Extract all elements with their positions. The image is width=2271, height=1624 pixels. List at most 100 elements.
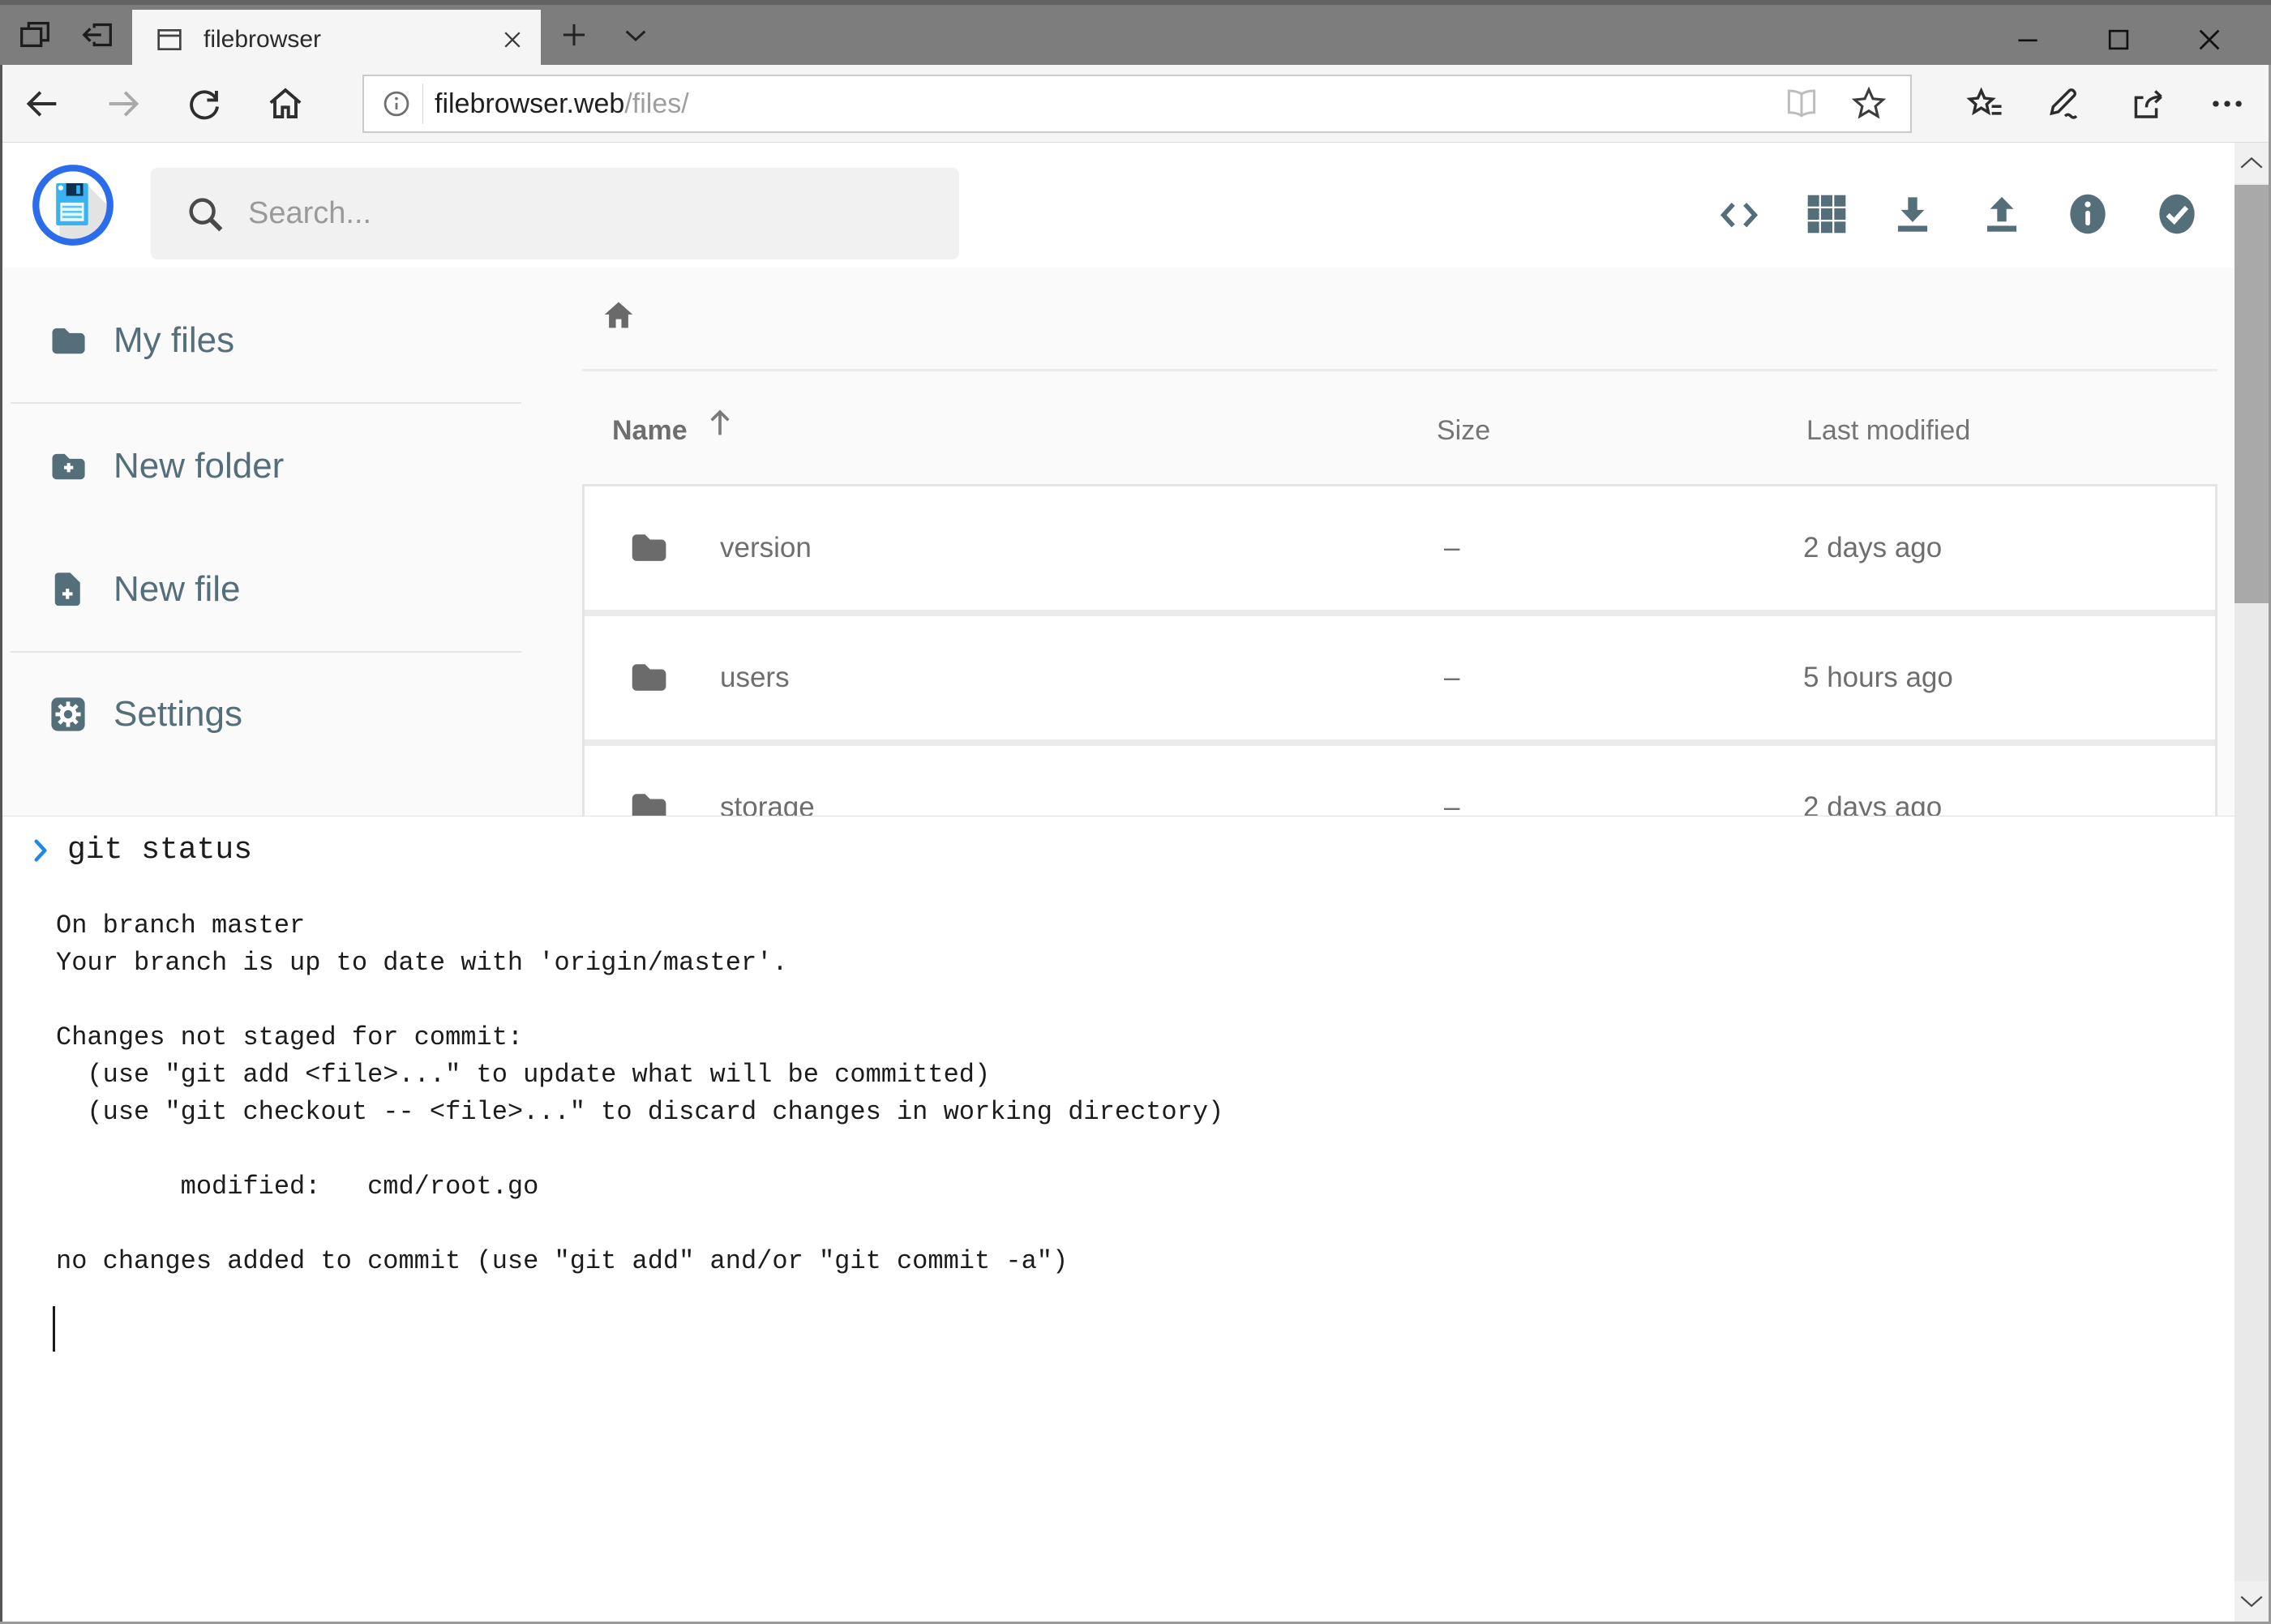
- sidebar-item-new-folder[interactable]: New folder: [2, 429, 538, 503]
- scrollbar-up-button[interactable]: [2235, 143, 2269, 183]
- home-button[interactable]: [256, 75, 315, 133]
- file-size: –: [1444, 532, 1459, 564]
- close-icon: [500, 28, 525, 52]
- sidebar-item-new-file[interactable]: New file: [2, 552, 538, 627]
- chevron-down-icon: [2238, 1592, 2265, 1610]
- download-button[interactable]: [1872, 174, 1953, 255]
- sidebar-divider: [11, 651, 521, 653]
- home-icon: [600, 297, 637, 334]
- set-tabs-aside-button[interactable]: [71, 9, 123, 61]
- scrollbar-thumb[interactable]: [2235, 185, 2269, 603]
- column-name-label: Name: [612, 415, 688, 446]
- file-list: version – 2 days ago users – 5 hours ago…: [582, 484, 2217, 818]
- filebrowser-page: My files New folder New file Settings: [2, 268, 2235, 816]
- upload-icon: [1977, 189, 2027, 239]
- favorites-list-icon: [1965, 83, 2007, 125]
- site-info-icon[interactable]: [379, 86, 414, 122]
- tab-title: filebrowser: [204, 26, 484, 54]
- info-button[interactable]: [2047, 174, 2128, 255]
- file-row-storage[interactable]: storage – 2 days ago: [585, 746, 2215, 818]
- share-button[interactable]: [2119, 75, 2178, 133]
- close-icon: [2192, 23, 2226, 57]
- more-options-button[interactable]: [2198, 75, 2256, 133]
- favorites-hub-button[interactable]: [1956, 75, 2015, 133]
- tab-close-button[interactable]: [484, 11, 541, 68]
- column-header-name[interactable]: Name: [612, 415, 688, 447]
- address-bar[interactable]: filebrowser.web/files/: [362, 75, 1912, 133]
- breadcrumb-divider: [582, 369, 2217, 371]
- file-name: users: [720, 662, 790, 694]
- folder-icon: [627, 655, 671, 699]
- filebrowser-header: [2, 143, 2235, 268]
- set-tabs-aside-icon: [79, 16, 116, 54]
- terminal-output: On branch master Your branch is up to da…: [56, 907, 1223, 1280]
- new-tab-button[interactable]: [548, 9, 600, 61]
- sidebar-item-label: New file: [114, 569, 241, 610]
- refresh-button[interactable]: [175, 75, 234, 133]
- plus-icon: [557, 18, 591, 52]
- file-size: –: [1444, 662, 1459, 694]
- terminal-command: git status: [67, 833, 252, 868]
- reading-view-icon[interactable]: [1782, 84, 1821, 123]
- column-header-size[interactable]: Size: [1437, 415, 1490, 447]
- file-name: version: [720, 532, 812, 564]
- ellipsis-icon: [2206, 83, 2248, 125]
- address-separator: [422, 84, 423, 124]
- maximize-button[interactable]: [2073, 10, 2164, 70]
- window-left-border: [0, 65, 2, 1624]
- check-circle-icon: [2152, 189, 2202, 239]
- raw-view-button[interactable]: [1699, 174, 1780, 255]
- prompt-chevron-icon: [24, 833, 58, 868]
- tab-menu-button[interactable]: [610, 9, 662, 61]
- file-modified: 2 days ago: [1803, 791, 1942, 818]
- download-icon: [1888, 189, 1938, 239]
- web-note-button[interactable]: [2035, 75, 2093, 133]
- browser-tab-bar: filebrowser: [0, 5, 2271, 65]
- sidebar-item-settings[interactable]: Settings: [2, 677, 538, 752]
- terminal-cursor: [53, 1306, 55, 1352]
- file-row-version[interactable]: version – 2 days ago: [585, 486, 2215, 610]
- sidebar-item-my-files[interactable]: My files: [2, 303, 538, 378]
- tab-preview-button[interactable]: [9, 9, 61, 61]
- sidebar-item-label: Settings: [114, 694, 242, 735]
- close-window-button[interactable]: [2164, 10, 2255, 70]
- maximize-icon: [2102, 24, 2135, 56]
- terminal-panel[interactable]: git status On branch master Your branch …: [2, 816, 2235, 1622]
- chevron-down-icon: [619, 18, 653, 52]
- sidebar-item-label: New folder: [114, 446, 284, 486]
- filebrowser-logo[interactable]: [31, 163, 115, 247]
- share-icon: [2127, 83, 2170, 125]
- upload-button[interactable]: [1961, 174, 2042, 255]
- breadcrumb-home-button[interactable]: [600, 297, 637, 334]
- page-favicon-icon: [153, 24, 186, 56]
- file-modified: 5 hours ago: [1803, 662, 1953, 694]
- code-icon: [1713, 191, 1765, 238]
- grid-view-button[interactable]: [1786, 174, 1867, 255]
- minimize-icon: [2012, 24, 2044, 56]
- file-row-users[interactable]: users – 5 hours ago: [585, 616, 2215, 739]
- search-bar[interactable]: [151, 168, 959, 259]
- scrollbar-down-button[interactable]: [2235, 1581, 2269, 1622]
- minimize-button[interactable]: [1982, 10, 2073, 70]
- file-modified: 2 days ago: [1803, 532, 1942, 564]
- folder-icon: [627, 785, 671, 818]
- browser-tab[interactable]: filebrowser: [132, 10, 541, 70]
- new-folder-icon: [47, 445, 89, 487]
- sort-ascending-icon[interactable]: [701, 404, 739, 441]
- url-path: /files/: [624, 88, 688, 119]
- search-icon: [183, 192, 227, 236]
- column-header-modified[interactable]: Last modified: [1806, 415, 1970, 447]
- select-multiple-button[interactable]: [2136, 174, 2217, 255]
- folder-icon: [627, 525, 671, 569]
- favorite-star-icon[interactable]: [1849, 84, 1889, 124]
- search-input[interactable]: [248, 196, 913, 231]
- back-button[interactable]: [13, 75, 71, 133]
- tabs-preview-icon: [16, 16, 54, 54]
- floppy-disk-logo-icon: [31, 163, 115, 247]
- settings-gear-icon: [47, 693, 89, 735]
- new-file-icon: [47, 568, 89, 611]
- page-scrollbar[interactable]: [2235, 143, 2269, 1622]
- forward-button[interactable]: [94, 75, 152, 133]
- file-size: –: [1444, 791, 1459, 818]
- sidebar-item-label: My files: [114, 320, 234, 361]
